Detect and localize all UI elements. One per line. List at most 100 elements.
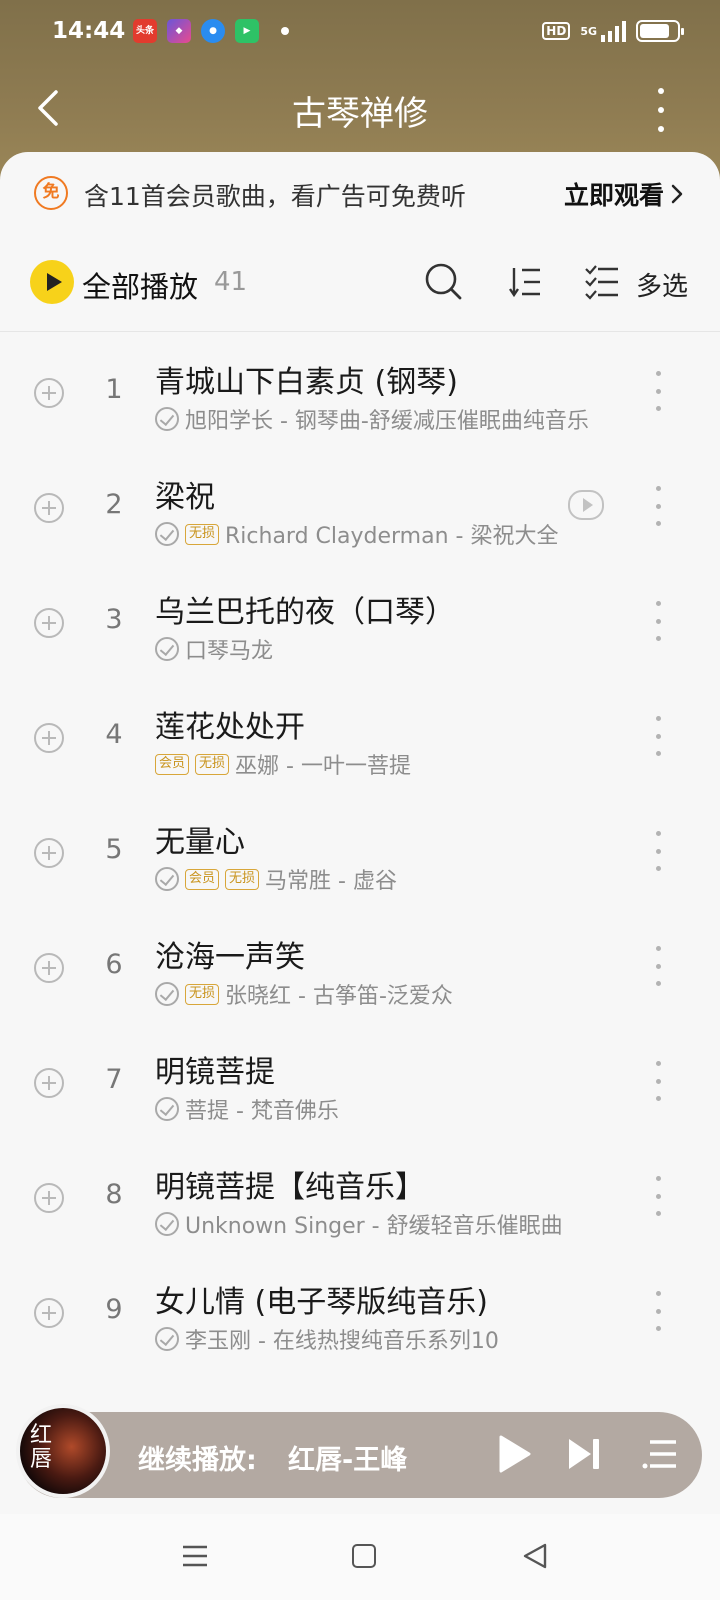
back-triangle-icon[interactable] <box>522 1542 548 1570</box>
hd-voice-icon: HD <box>542 22 571 40</box>
song-row[interactable]: 9 女儿情 (电子琴版纯音乐) 李玉刚 - 在线热搜纯音乐系列10 <box>0 1254 720 1369</box>
next-track-button[interactable] <box>566 1436 602 1472</box>
song-title: 女儿情 (电子琴版纯音乐) <box>155 1285 488 1320</box>
chevron-right-icon <box>671 184 683 204</box>
add-to-playlist-icon[interactable] <box>34 1068 64 1098</box>
song-row[interactable]: 1 青城山下白素贞 (钢琴) 旭阳学长 - 钢琴曲-舒缓减压催眠曲纯音乐 <box>0 334 720 449</box>
song-more-options-icon[interactable] <box>654 831 662 871</box>
notification-icons: 头条 ◆ ● ▶ <box>133 19 289 43</box>
add-to-playlist-icon[interactable] <box>34 378 64 408</box>
song-artist-album: 巫娜 - 一叶一菩提 <box>235 754 411 779</box>
nav-bar: 古琴禅修 <box>0 66 720 150</box>
song-meta: 会员 无损 巫娜 - 一叶一菩提 <box>155 750 411 779</box>
song-row[interactable]: 3 乌兰巴托的夜（口琴） 口琴马龙 <box>0 564 720 679</box>
promo-text: 含11首会员歌曲，看广告可免费听 <box>84 182 466 211</box>
sort-icon[interactable] <box>506 264 542 300</box>
add-to-playlist-icon[interactable] <box>34 493 64 523</box>
song-meta: 口琴马龙 <box>155 635 273 664</box>
multi-select-label[interactable]: 多选 <box>636 266 688 303</box>
search-icon[interactable] <box>424 262 464 302</box>
song-artist-album: 菩提 - 梵音佛乐 <box>185 1099 339 1124</box>
quality-tag: 无损 <box>195 753 230 775</box>
play-all-button[interactable] <box>30 260 74 304</box>
downloaded-check-icon <box>155 867 179 891</box>
vip-promo-banner[interactable]: 免 含11首会员歌曲，看广告可免费听 立即观看 <box>0 152 720 232</box>
add-to-playlist-icon[interactable] <box>34 1183 64 1213</box>
now-playing-song[interactable]: 红唇-王峰 <box>288 1438 407 1477</box>
watch-now-label: 立即观看 <box>563 181 664 210</box>
song-row[interactable]: 6 沧海一声笑 无损 张晓红 - 古筝笛-泛爱众 <box>0 909 720 1024</box>
song-more-options-icon[interactable] <box>654 601 662 641</box>
song-meta: 会员 无损 马常胜 - 虚谷 <box>155 865 397 894</box>
song-title: 明镜菩提【纯音乐】 <box>155 1170 425 1205</box>
song-row[interactable]: 4 莲花处处开 会员 无损 巫娜 - 一叶一菩提 <box>0 679 720 794</box>
song-meta: 菩提 - 梵音佛乐 <box>155 1095 339 1124</box>
song-row[interactable]: 7 明镜菩提 菩提 - 梵音佛乐 <box>0 1024 720 1139</box>
quality-tag: 无损 <box>185 983 220 1005</box>
play-button[interactable] <box>496 1434 532 1474</box>
add-to-playlist-icon[interactable] <box>34 723 64 753</box>
status-bar: 14:44 头条 ◆ ● ▶ HD 5G <box>0 0 720 66</box>
downloaded-check-icon <box>155 1327 179 1351</box>
song-meta: 旭阳学长 - 钢琴曲-舒缓减压催眠曲纯音乐 <box>155 405 589 434</box>
network-type-label: 5G <box>580 24 597 38</box>
song-title: 梁祝 <box>155 480 215 515</box>
continue-playing-label: 继续播放: <box>138 1445 257 1476</box>
song-more-options-icon[interactable] <box>654 946 662 986</box>
toutiao-app-icon: 头条 <box>133 19 157 43</box>
song-index: 4 <box>105 719 123 750</box>
battery-icon <box>636 20 684 42</box>
song-artist-album: 李玉刚 - 在线热搜纯音乐系列10 <box>185 1329 499 1354</box>
quality-tag: 会员 <box>185 868 220 890</box>
music-video-icon[interactable] <box>568 490 604 520</box>
song-index: 7 <box>105 1064 123 1095</box>
song-artist-album: 张晓红 - 古筝笛-泛爱众 <box>225 984 453 1009</box>
downloaded-check-icon <box>155 407 179 431</box>
play-all-label[interactable]: 全部播放 <box>82 264 198 306</box>
song-row[interactable]: 2 梁祝 无损 Richard Clayderman - 梁祝大全 <box>0 449 720 564</box>
song-artist-album: Unknown Singer - 舒缓轻音乐催眠曲 <box>185 1214 563 1239</box>
song-row[interactable]: 8 明镜菩提【纯音乐】 Unknown Singer - 舒缓轻音乐催眠曲 <box>0 1139 720 1254</box>
more-options-button[interactable] <box>654 88 668 132</box>
recent-apps-icon[interactable] <box>182 1544 208 1568</box>
free-badge-icon: 免 <box>34 176 68 210</box>
song-more-options-icon[interactable] <box>654 716 662 756</box>
home-icon[interactable] <box>352 1544 376 1568</box>
multi-select-icon[interactable] <box>584 264 620 300</box>
song-more-options-icon[interactable] <box>654 1291 662 1331</box>
status-time: 14:44 <box>52 18 126 44</box>
downloaded-check-icon <box>155 522 179 546</box>
playlist-sheet: 免 含11首会员歌曲，看广告可免费听 立即观看 全部播放 41 多选 1 青城山… <box>0 152 720 1512</box>
quality-tag: 无损 <box>185 523 220 545</box>
more-notifications-dot-icon <box>281 27 289 35</box>
add-to-playlist-icon[interactable] <box>34 838 64 868</box>
battery-level <box>640 24 669 38</box>
mini-player[interactable]: 红唇 继续播放: 红唇-王峰 <box>16 1404 702 1498</box>
browser-icon: ● <box>201 19 225 43</box>
song-title: 青城山下白素贞 (钢琴) <box>155 365 458 400</box>
song-meta: 李玉刚 - 在线热搜纯音乐系列10 <box>155 1325 499 1354</box>
song-count: 41 <box>214 267 248 297</box>
song-artist-album: 马常胜 - 虚谷 <box>265 869 397 894</box>
song-more-options-icon[interactable] <box>654 371 662 411</box>
song-title: 无量心 <box>155 825 245 860</box>
song-more-options-icon[interactable] <box>654 1061 662 1101</box>
song-index: 6 <box>105 949 123 980</box>
song-index: 5 <box>105 834 123 865</box>
system-navigation-bar <box>0 1514 720 1600</box>
watch-now-button[interactable]: 立即观看 <box>564 176 684 212</box>
song-more-options-icon[interactable] <box>654 1176 662 1216</box>
song-row[interactable]: 5 无量心会员 无损 马常胜 - 虚谷 <box>0 794 720 909</box>
song-index: 3 <box>105 604 123 635</box>
song-meta: 无损 Richard Clayderman - 梁祝大全 <box>155 520 558 549</box>
quality-tag: 会员 <box>155 753 190 775</box>
album-art[interactable]: 红唇 <box>16 1404 110 1498</box>
add-to-playlist-icon[interactable] <box>34 608 64 638</box>
add-to-playlist-icon[interactable] <box>34 953 64 983</box>
playlist-queue-button[interactable] <box>642 1438 678 1472</box>
song-more-options-icon[interactable] <box>654 486 662 526</box>
downloaded-check-icon <box>155 1212 179 1236</box>
downloaded-check-icon <box>155 1097 179 1121</box>
song-meta: Unknown Singer - 舒缓轻音乐催眠曲 <box>155 1210 563 1239</box>
add-to-playlist-icon[interactable] <box>34 1298 64 1328</box>
